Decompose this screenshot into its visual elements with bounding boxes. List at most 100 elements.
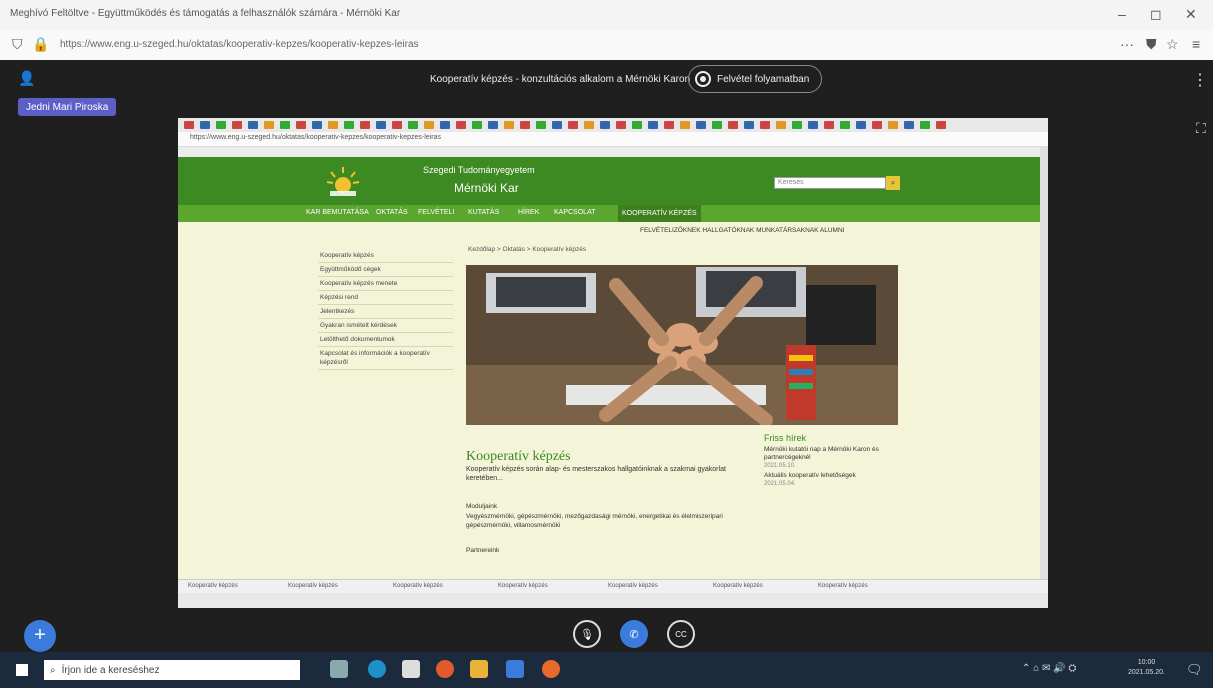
sidebar-item[interactable]: Kooperatív képzés [318, 249, 453, 263]
bookmark-icon [344, 121, 354, 129]
sidebar-item[interactable]: Jelentkezés [318, 305, 453, 319]
bookmark-icon [792, 121, 802, 129]
site-sidebar: Kooperatív képzés Együttműködő cégek Koo… [318, 249, 453, 370]
site-nav: KAR BEMUTATÁSA OKTATÁS FELVÉTELI KUTATÁS… [178, 205, 1040, 222]
bookmark-icon [712, 121, 722, 129]
nav-item[interactable]: OKTATÁS [376, 209, 408, 216]
phone-icon[interactable]: ✆ [620, 620, 648, 648]
meeting-title: Kooperatív képzés - konzultációs alkalom… [430, 74, 691, 85]
address-bar[interactable]: ⛉ 🔒 https://www.eng.u-szeged.hu/oktatas/… [0, 30, 1213, 61]
system-tray-icons[interactable]: ⌃ ⌂ ✉ 🔊 ⛭ [1022, 663, 1076, 674]
bookmark-icon [280, 121, 290, 129]
taskbar-search-placeholder: Írjon ide a kereséshez [61, 664, 160, 676]
fullscreen-icon[interactable]: ⛶ [1196, 120, 1206, 137]
sidebar-item[interactable]: Képzési rend [318, 291, 453, 305]
bookmark-icon [456, 121, 466, 129]
star-icon[interactable]: ☆ [1166, 36, 1179, 53]
bookmark-icon [888, 121, 898, 129]
bookmark-icon [232, 121, 242, 129]
bookmark-icon [408, 121, 418, 129]
bookmark-icon [840, 121, 850, 129]
faculty-name: Mérnöki Kar [454, 181, 519, 195]
shared-url-text: https://www.eng.u-szeged.hu/oktatas/koop… [190, 134, 441, 141]
shared-scrollbar [1040, 147, 1048, 579]
nav-item[interactable]: KUTATÁS [468, 209, 499, 216]
bookmark-icon [360, 121, 370, 129]
site-search-input[interactable]: Keresés [774, 177, 886, 189]
open-tab: Kooperatív képzés [818, 583, 868, 589]
open-tab: Kooperatív képzés [608, 583, 658, 589]
meeting-stage: 👤 Kooperatív képzés - konzultációs alkal… [0, 60, 1213, 652]
firefox-icon[interactable] [436, 660, 454, 678]
bookmark-icon [216, 121, 226, 129]
nav-item[interactable]: KAPCSOLAT [554, 209, 596, 216]
more-icon[interactable]: ··· [1120, 36, 1134, 52]
add-button[interactable]: + [24, 620, 56, 652]
nav-item[interactable]: KAR BEMUTATÁSA [306, 209, 369, 216]
store-icon[interactable] [402, 660, 420, 678]
bookmark-icon [680, 121, 690, 129]
task-view-icon[interactable] [330, 660, 348, 678]
app-icon[interactable] [506, 660, 524, 678]
search-icon[interactable]: ⌕ [886, 176, 900, 190]
bookmark-icon [248, 121, 258, 129]
modules-label: Moduljaink [466, 503, 498, 510]
presenter-badge: Jedni Mari Piroska [18, 98, 117, 116]
bookmark-icon [200, 121, 210, 129]
recording-label: Felvétel folyamatban [717, 73, 810, 85]
news-item[interactable]: Aktuális kooperatív lehetőségek [764, 472, 898, 480]
url-text[interactable]: https://www.eng.u-szeged.hu/oktatas/koop… [60, 39, 419, 50]
intro-text: Kooperatív képzés során alap- és mesters… [466, 466, 726, 482]
secondary-nav[interactable]: FELVÉTELIZŐKNEK HALLGATÓKNAK MUNKATÁRSAK… [640, 227, 844, 234]
bookmark-icon [808, 121, 818, 129]
news-item[interactable]: Mérnöki kutatói nap a Mérnöki Karon és p… [764, 446, 898, 462]
partners-label: Partnereink [466, 547, 500, 554]
shield-icon: ⛉ [12, 36, 23, 52]
menu-icon[interactable]: ≡ [1192, 36, 1200, 52]
explorer-icon[interactable] [470, 660, 488, 678]
close-icon[interactable]: ✕ [1185, 6, 1197, 23]
modules-text: Vegyészmérnöki, gépészmérnöki, mezőgazda… [466, 513, 723, 529]
shared-taskbar [178, 593, 1048, 608]
sidebar-item[interactable]: Együttműködő cégek [318, 263, 453, 277]
window-title: Meghívó Feltöltve - Együttműködés és tám… [10, 8, 401, 19]
shared-bookmarks-bar [178, 118, 1048, 132]
captions-icon[interactable]: CC [667, 620, 695, 648]
pocket-icon[interactable]: ⛊ [1146, 36, 1157, 53]
record-icon [695, 71, 711, 87]
minimize-icon[interactable]: – [1118, 6, 1126, 22]
bookmark-icon [584, 121, 594, 129]
bookmark-icon [392, 121, 402, 129]
maximize-icon[interactable]: ◻ [1150, 6, 1162, 23]
nav-item-active[interactable]: KOOPERATÍV KÉPZÉS [618, 205, 701, 222]
bookmark-icon [488, 121, 498, 129]
participants-icon[interactable]: 👤 [18, 70, 35, 87]
breadcrumb[interactable]: Kezdőlap > Oktatás > Kooperatív képzés [468, 246, 586, 253]
search-icon: ⌕ [50, 664, 56, 676]
more-options-icon[interactable]: ⋮ [1192, 70, 1208, 90]
bookmark-icon [184, 121, 194, 129]
sidebar-item[interactable]: Gyakran ismételt kérdések [318, 319, 453, 333]
firefox-active-icon[interactable] [542, 660, 560, 678]
windows-start-icon[interactable] [16, 664, 28, 676]
microphone-icon[interactable]: 🎙 [573, 620, 601, 648]
nav-item[interactable]: FELVÉTELI [418, 209, 454, 216]
presenter-name: Jedni Mari Piroska [26, 101, 109, 113]
bookmark-icon [824, 121, 834, 129]
bookmark-icon [728, 121, 738, 129]
open-tab: Kooperatív képzés [288, 583, 338, 589]
bookmark-icon [744, 121, 754, 129]
sidebar-item[interactable]: Letölthető dokumentumok [318, 333, 453, 347]
nav-item[interactable]: HÍREK [518, 209, 539, 216]
taskbar-clock[interactable]: 10:00 2021.05.20. [1128, 658, 1165, 678]
edge-icon[interactable] [368, 660, 386, 678]
university-website: Szegedi Tudományegyetem Mérnöki Kar Kere… [178, 147, 1040, 579]
taskbar-search-input[interactable]: ⌕ Írjon ide a kereséshez [44, 660, 300, 680]
notification-icon[interactable]: 🗨 [1186, 662, 1203, 678]
news-date: 2021.05.10. [764, 463, 796, 469]
sidebar-item[interactable]: Kapcsolat és információk a kooperatív ké… [318, 347, 453, 370]
bookmark-icon [616, 121, 626, 129]
bookmark-icon [856, 121, 866, 129]
sidebar-item[interactable]: Kooperatív képzés menete [318, 277, 453, 291]
shared-open-tabs: Kooperatív képzés Kooperatív képzés Koop… [178, 579, 1048, 594]
